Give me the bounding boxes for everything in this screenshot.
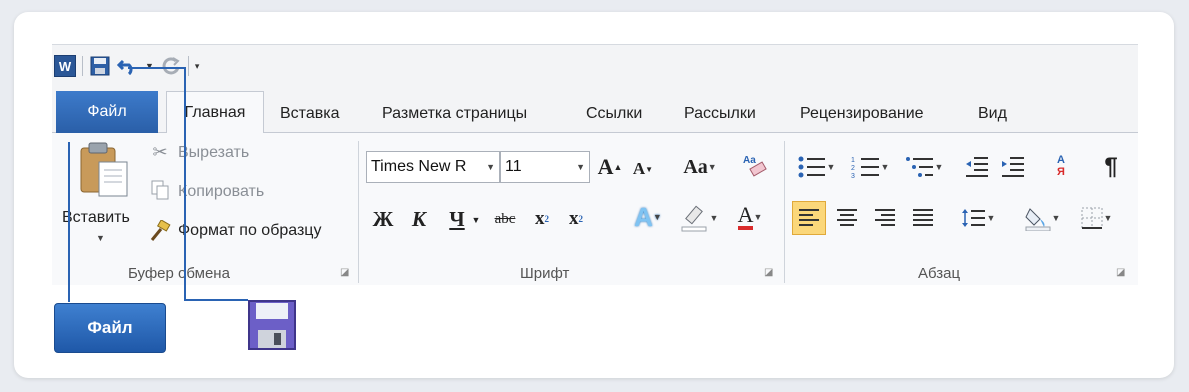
tab-mailings[interactable]: Рассылки <box>684 99 756 129</box>
highlight-color-icon[interactable]: ▼ <box>676 201 722 235</box>
font-group-label: Шрифт <box>520 265 570 282</box>
underline-icon[interactable]: Ч <box>444 203 470 235</box>
svg-text:1: 1 <box>851 157 855 164</box>
save-icon <box>248 300 296 350</box>
align-left-icon[interactable] <box>792 201 826 235</box>
clipboard-launcher-icon[interactable]: ◪ <box>340 267 349 278</box>
save-callout-line-top <box>128 67 186 69</box>
undo-dropdown-icon[interactable]: ▼ <box>145 61 154 71</box>
paste-label[interactable]: Вставить <box>62 209 130 227</box>
increase-indent-icon[interactable] <box>998 151 1028 183</box>
font-name-value: Times New R <box>371 158 467 175</box>
bullets-icon[interactable]: ▼ <box>792 151 840 183</box>
tab-insert[interactable]: Вставка <box>280 99 339 129</box>
text-effects-icon[interactable]: A ▼ <box>626 199 670 235</box>
file-callout-line <box>68 142 70 302</box>
save-callout-line-vertical <box>184 67 186 301</box>
superscript-icon[interactable]: x2 <box>562 203 590 235</box>
qat-separator <box>187 56 189 76</box>
tab-view[interactable]: Вид <box>978 99 1007 129</box>
grow-font-icon[interactable]: A ▲ <box>596 151 624 183</box>
tab-page-layout[interactable]: Разметка страницы <box>382 99 527 129</box>
font-name-field[interactable]: Times New R ▼ <box>366 151 500 183</box>
ribbon-tabs: Файл Главная Вставка Разметка страницы С… <box>52 89 1138 134</box>
align-center-icon[interactable] <box>830 201 864 235</box>
paragraph-group-label: Абзац <box>918 265 961 282</box>
shading-icon[interactable]: ▼ <box>1018 201 1066 235</box>
shrink-font-icon[interactable]: A ▼ <box>630 155 656 183</box>
clipboard-group-label: Буфер обмена <box>128 265 230 282</box>
undo-icon[interactable] <box>117 55 139 77</box>
word-window: W ▼ ▾ Файл Главная Вставка Разметка стра… <box>52 44 1138 285</box>
svg-text:2: 2 <box>851 165 855 172</box>
decrease-indent-icon[interactable] <box>962 151 992 183</box>
justify-icon[interactable] <box>906 201 940 235</box>
group-separator <box>358 141 359 283</box>
copy-icon[interactable] <box>150 179 170 201</box>
sort-icon[interactable]: АЯ <box>1046 149 1076 183</box>
svg-text:Aa: Aa <box>743 155 756 166</box>
show-formatting-marks-icon[interactable]: ¶ <box>1096 151 1126 183</box>
borders-icon[interactable]: ▼ <box>1072 201 1120 235</box>
copy-label[interactable]: Копировать <box>178 183 264 201</box>
paste-icon[interactable] <box>74 139 134 199</box>
quick-access-toolbar: W ▼ ▾ <box>54 51 199 81</box>
align-right-icon[interactable] <box>868 201 902 235</box>
tab-file[interactable]: Файл <box>56 91 158 133</box>
tab-references[interactable]: Ссылки <box>586 99 642 129</box>
font-launcher-icon[interactable]: ◪ <box>764 267 773 278</box>
font-size-value: 11 <box>505 158 522 175</box>
font-name-dropdown-icon[interactable]: ▼ <box>486 152 495 182</box>
line-spacing-icon[interactable]: ▼ <box>956 201 1000 235</box>
save-icon[interactable] <box>89 55 111 77</box>
word-app-icon[interactable]: W <box>54 55 76 77</box>
file-button-callout: Файл <box>54 303 166 353</box>
cut-label[interactable]: Вырезать <box>178 144 249 162</box>
paragraph-launcher-icon[interactable]: ◪ <box>1116 267 1125 278</box>
multilevel-list-icon[interactable]: ▼ <box>900 151 948 183</box>
format-painter-icon[interactable] <box>148 219 172 243</box>
font-size-dropdown-icon[interactable]: ▼ <box>576 152 585 182</box>
clear-formatting-icon[interactable]: Aa <box>740 149 770 181</box>
change-case-icon[interactable]: Aa ▼ <box>678 151 722 183</box>
qat-separator <box>82 56 83 76</box>
font-size-field[interactable]: 11 ▼ <box>500 151 590 183</box>
svg-text:3: 3 <box>851 173 855 180</box>
font-color-icon[interactable]: A ▼ <box>728 199 772 235</box>
subscript-icon[interactable]: x2 <box>528 203 556 235</box>
tab-review[interactable]: Рецензирование <box>800 99 924 129</box>
scissors-icon[interactable]: ✂ <box>150 141 170 163</box>
underline-dropdown-icon[interactable]: ▼ <box>470 213 482 227</box>
numbering-icon[interactable]: 123 ▼ <box>846 151 894 183</box>
strikethrough-icon[interactable]: abc <box>488 205 522 233</box>
ribbon: Вставить ▼ ✂ Вырезать Копировать Формат … <box>52 133 1138 285</box>
group-separator <box>784 141 785 283</box>
save-callout-line-bottom <box>184 299 248 301</box>
format-painter-label[interactable]: Формат по образцу <box>178 222 321 240</box>
customize-arrow-icon[interactable]: ▾ <box>195 61 200 72</box>
bold-icon[interactable]: Ж <box>370 203 396 235</box>
italic-icon[interactable]: К <box>406 203 432 235</box>
redo-icon[interactable] <box>160 55 182 77</box>
tab-home[interactable]: Главная <box>166 91 264 134</box>
paste-dropdown-icon[interactable]: ▼ <box>96 233 105 243</box>
